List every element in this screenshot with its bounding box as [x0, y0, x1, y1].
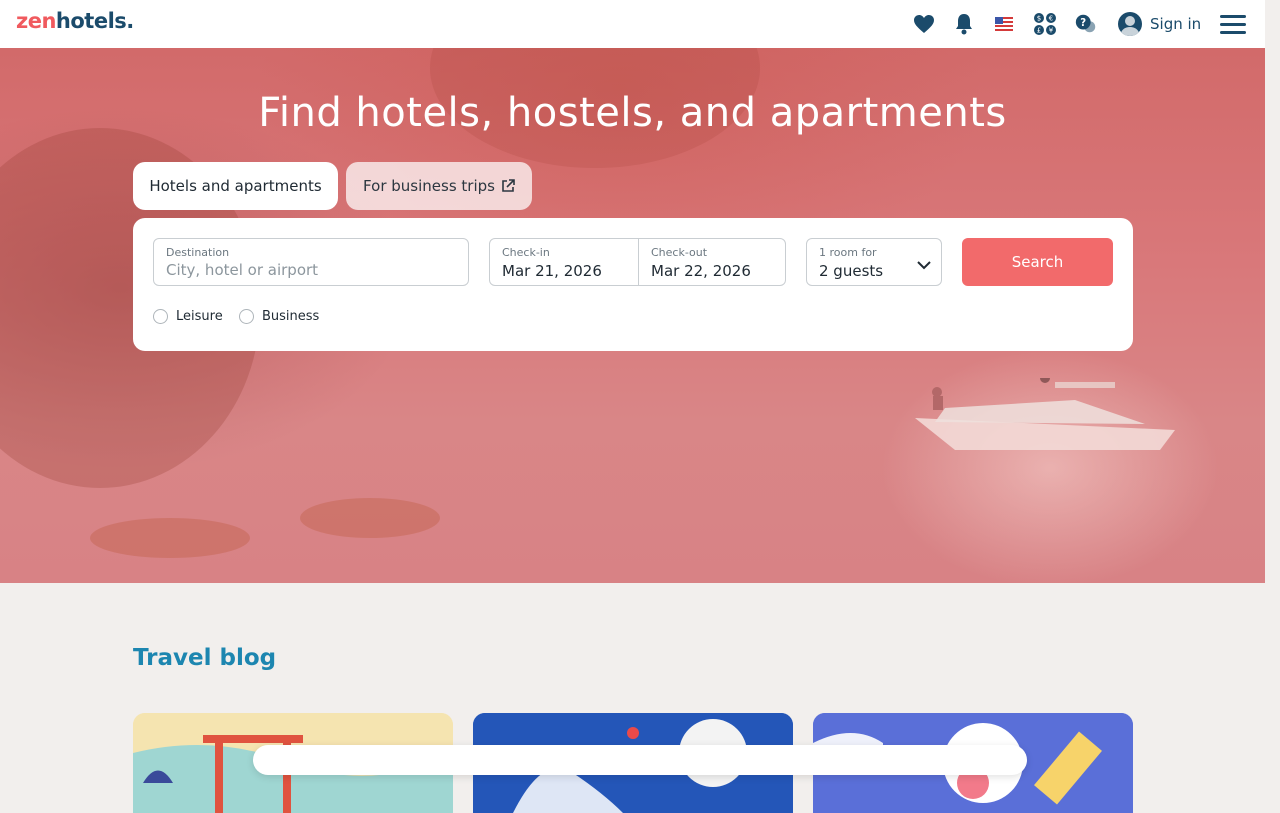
- svg-text:¥: ¥: [1049, 27, 1054, 35]
- tab-hotels-and-apartments[interactable]: Hotels and apartments: [133, 162, 338, 210]
- check-in-caption: Check-in: [502, 246, 550, 259]
- hero-banner: Find hotels, hostels, and apartments Hot…: [0, 48, 1265, 583]
- top-header: zenhotels. $ € £ ¥ ? Sign in: [0, 0, 1265, 48]
- guests-selector[interactable]: 1 room for 2 guests: [806, 238, 942, 286]
- radio-business[interactable]: Business: [239, 309, 319, 324]
- check-in-value: Mar 21, 2026: [502, 262, 602, 280]
- radio-leisure[interactable]: Leisure: [153, 309, 223, 324]
- radio-label: Business: [262, 309, 320, 324]
- floating-scroll-bar: [253, 745, 1027, 775]
- external-link-icon: [502, 179, 515, 192]
- currency-icon[interactable]: $ € £ ¥: [1033, 12, 1057, 36]
- destination-field[interactable]: Destination: [153, 238, 469, 286]
- tab-label: For business trips: [363, 177, 495, 195]
- radio-label: Leisure: [176, 309, 223, 324]
- sign-in-button[interactable]: Sign in: [1118, 11, 1201, 37]
- check-out-value: Mar 22, 2026: [651, 262, 751, 280]
- avatar-icon: [1118, 12, 1142, 36]
- guests-value: 2 guests: [819, 262, 884, 280]
- search-form: Destination Check-in Mar 21, 2026 Check-…: [133, 218, 1133, 351]
- destination-input[interactable]: [166, 261, 456, 279]
- check-out-field[interactable]: Check-out Mar 22, 2026: [639, 239, 785, 285]
- search-button[interactable]: Search: [962, 238, 1113, 286]
- destination-caption: Destination: [166, 246, 230, 259]
- dates-field: Check-in Mar 21, 2026 Check-out Mar 22, …: [489, 238, 786, 286]
- hero-reef-shape: [90, 518, 250, 558]
- chevron-down-icon: [917, 261, 931, 270]
- tab-label: Hotels and apartments: [149, 177, 322, 195]
- check-in-field[interactable]: Check-in Mar 21, 2026: [490, 239, 638, 285]
- guests-caption: 1 room for: [819, 246, 877, 259]
- menu-hamburger-icon[interactable]: [1220, 14, 1246, 34]
- radio-circle: [239, 309, 254, 324]
- help-chat-icon[interactable]: ?: [1074, 12, 1098, 36]
- svg-text:€: €: [1049, 15, 1053, 23]
- boat-illustration: [915, 378, 1175, 450]
- svg-text:$: $: [1037, 15, 1041, 23]
- radio-circle: [153, 309, 168, 324]
- travel-blog-title: Travel blog: [133, 645, 277, 671]
- svg-text:£: £: [1037, 27, 1041, 35]
- hero-title: Find hotels, hostels, and apartments: [258, 90, 1007, 136]
- svg-text:?: ?: [1080, 18, 1086, 29]
- tab-business-trips[interactable]: For business trips: [346, 162, 532, 210]
- hero-reef-shape: [300, 498, 440, 538]
- check-out-caption: Check-out: [651, 246, 708, 259]
- us-flag-icon[interactable]: [992, 12, 1016, 36]
- sign-in-label: Sign in: [1150, 15, 1202, 33]
- notifications-bell-icon[interactable]: [952, 12, 976, 36]
- zenhotels-logo[interactable]: zenhotels.: [16, 9, 134, 33]
- favorites-heart-icon[interactable]: [912, 12, 936, 36]
